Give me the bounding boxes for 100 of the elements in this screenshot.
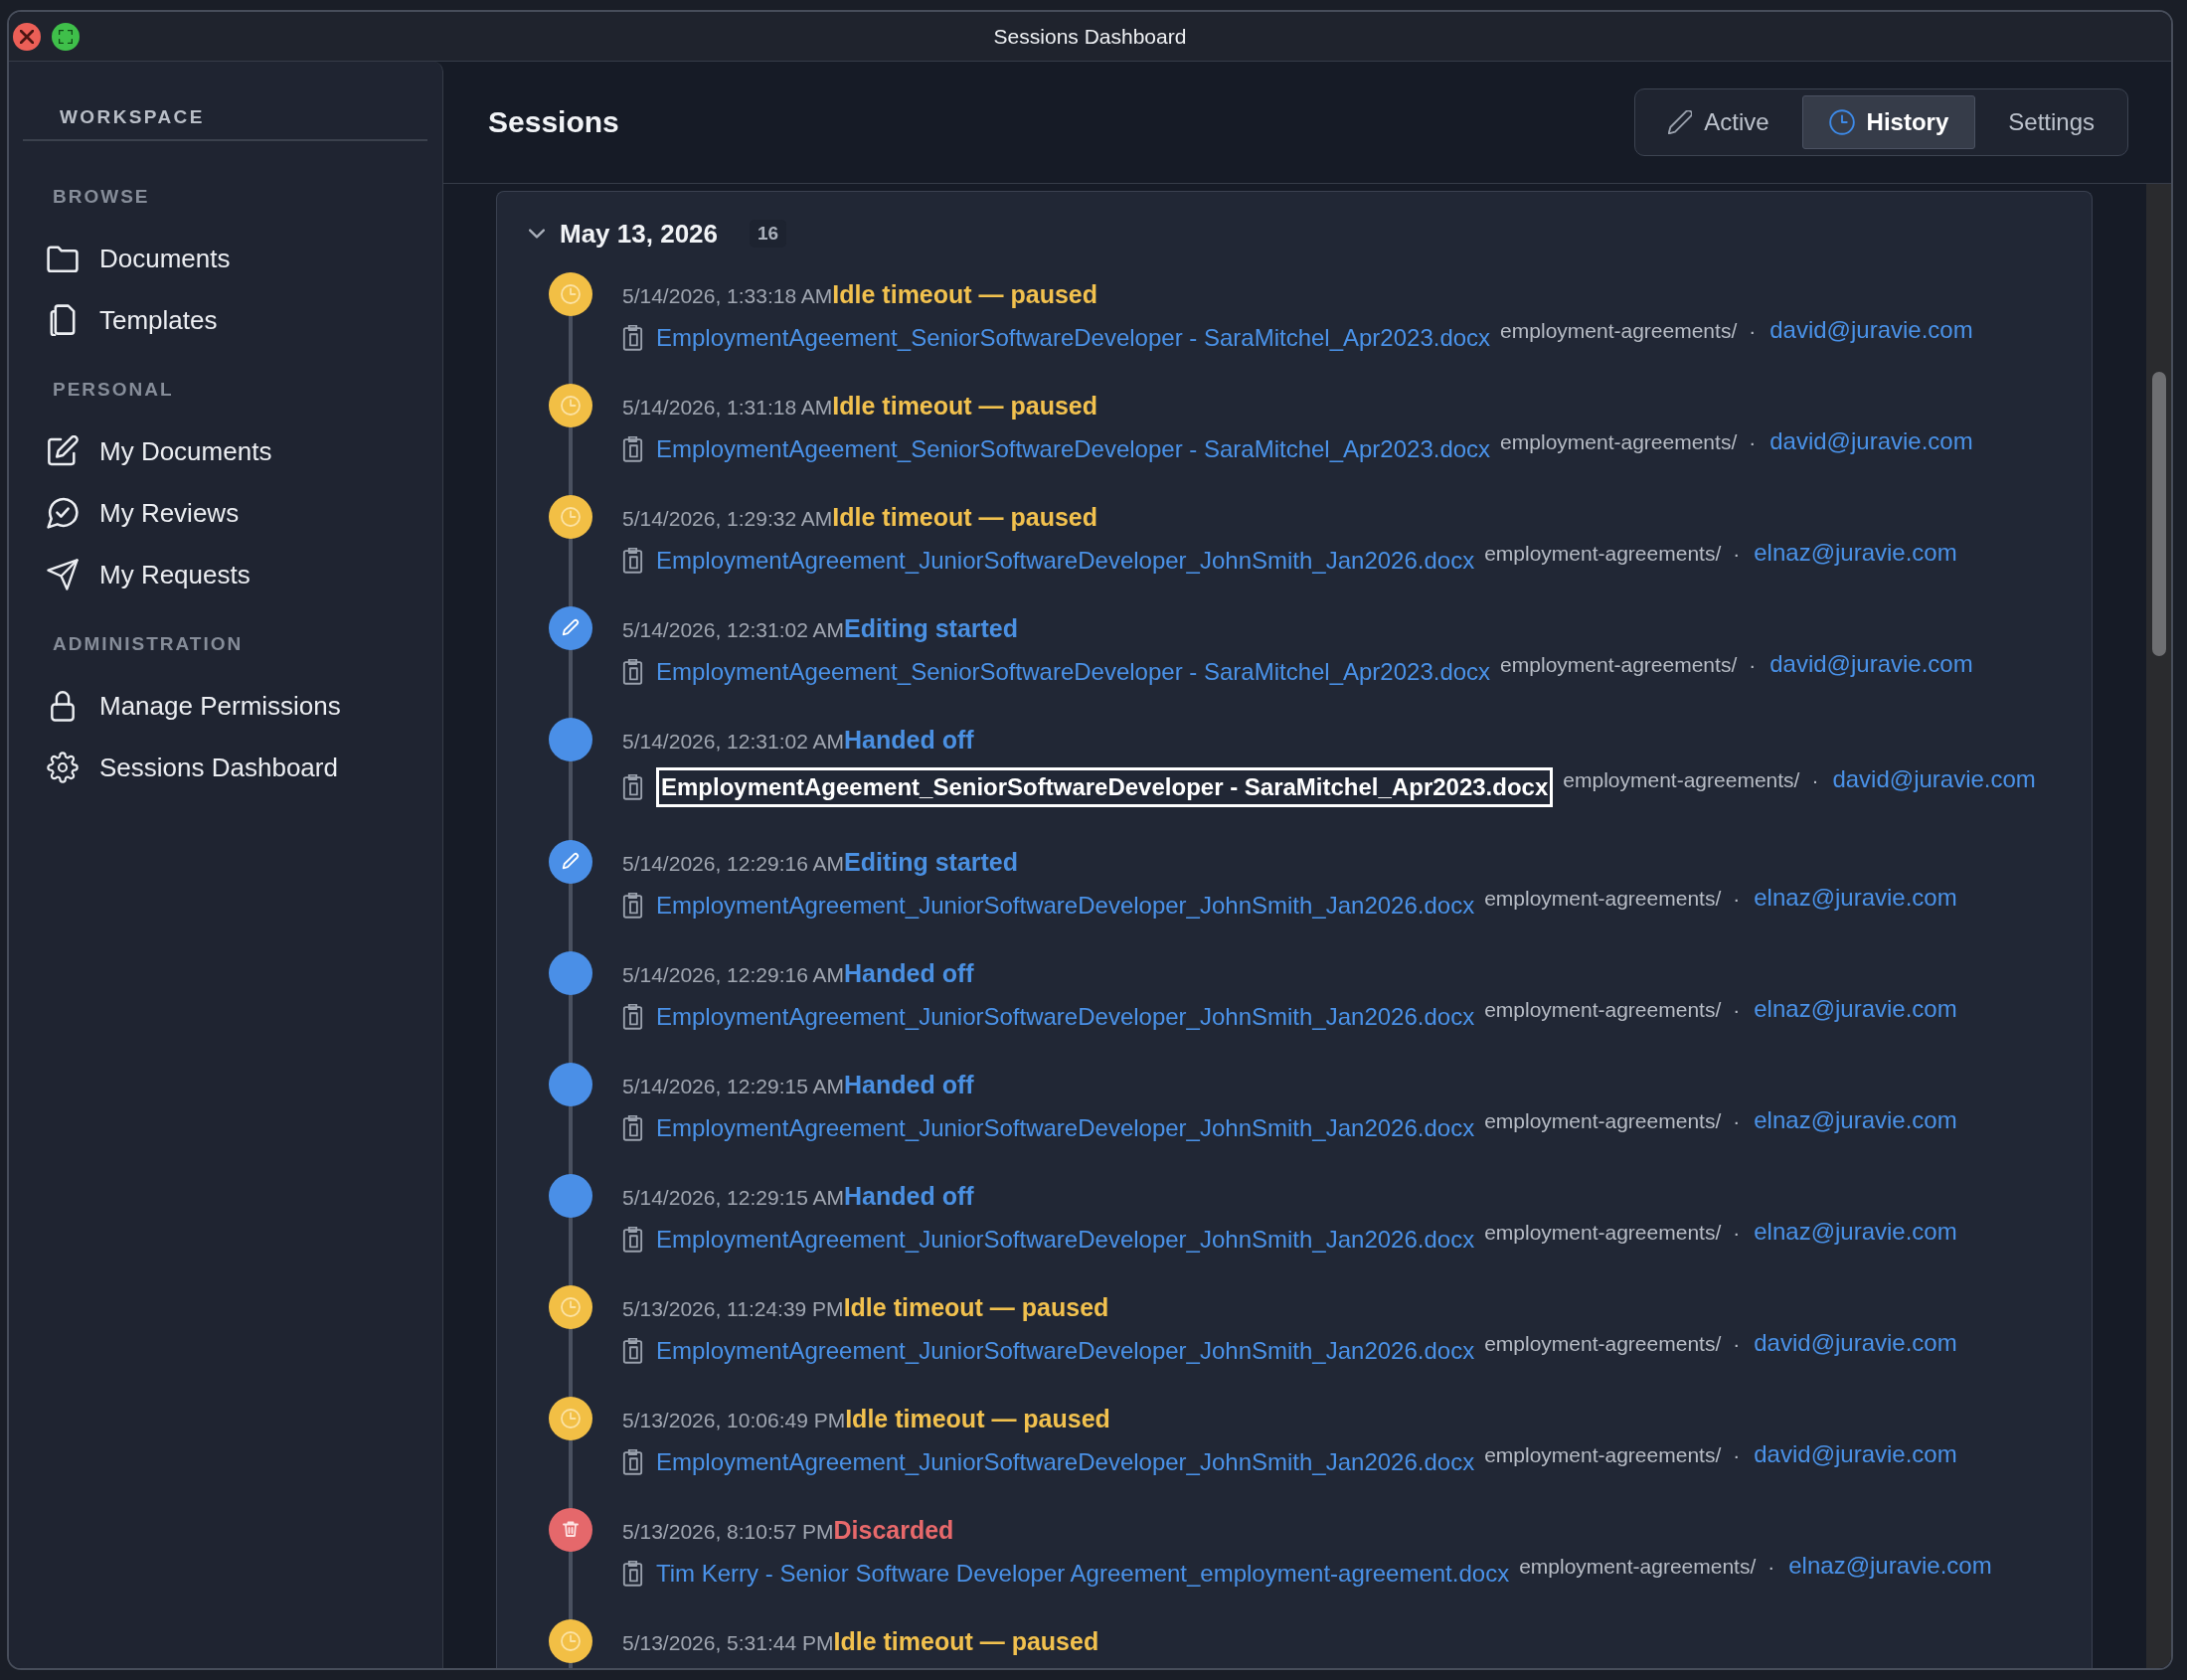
clipboard-icon bbox=[622, 548, 643, 574]
dot-icon bbox=[549, 951, 592, 995]
file-link[interactable]: EmploymentAgeement_SeniorSoftwareDeveloper - SaraMitchel_Apr2023.docx bbox=[656, 658, 1491, 686]
separator: · bbox=[1733, 998, 1741, 1022]
folder-path: employment-agreements/ bbox=[1484, 887, 1722, 911]
file-link[interactable]: EmploymentAgreement_JuniorSoftwareDeveloper_JohnSmith_Jan2026.docx bbox=[656, 1003, 1475, 1031]
folder-path: employment-agreements/ bbox=[1519, 1555, 1757, 1579]
folder-path: employment-agreements/ bbox=[1484, 998, 1722, 1022]
separator: · bbox=[1733, 1443, 1741, 1467]
event-time: 5/13/2026, 10:06:49 PM bbox=[622, 1409, 846, 1431]
folder-path: employment-agreements/ bbox=[1484, 542, 1722, 566]
email-link[interactable]: elnaz@juravie.com bbox=[1754, 884, 1957, 912]
event-time: 5/14/2026, 1:33:18 AM bbox=[622, 284, 833, 307]
clipboard-icon bbox=[622, 325, 643, 351]
sidebar-item[interactable]: Sessions Dashboard bbox=[23, 737, 338, 798]
event-title: Idle timeout — paused bbox=[832, 392, 1098, 420]
tab[interactable]: Active bbox=[1641, 95, 1796, 149]
dot-icon bbox=[549, 1174, 592, 1218]
section-label: PERSONAL bbox=[53, 378, 175, 402]
paper-plane-icon bbox=[47, 559, 79, 590]
folder-path: employment-agreements/ bbox=[1563, 768, 1800, 792]
clipboard-icon bbox=[622, 1338, 643, 1364]
pencil-square-icon bbox=[47, 435, 79, 467]
clipboard-icon bbox=[622, 1561, 643, 1587]
email-link[interactable]: elnaz@juravie.com bbox=[1788, 1552, 1992, 1580]
sidebar-item[interactable]: My Requests bbox=[23, 544, 251, 605]
clock-icon bbox=[549, 384, 592, 427]
folder-path: employment-agreements/ bbox=[1500, 319, 1738, 343]
sidebar-item[interactable]: Manage Permissions bbox=[23, 675, 341, 737]
event-time: 5/14/2026, 12:29:15 AM bbox=[622, 1075, 844, 1097]
folder-path: employment-agreements/ bbox=[1484, 1221, 1722, 1245]
event-title: Handed off bbox=[844, 726, 974, 754]
section-label: BROWSE bbox=[53, 185, 151, 209]
pencil-icon bbox=[1668, 110, 1693, 134]
file-link[interactable]: EmploymentAgreement_JuniorSoftwareDeveloper_JohnSmith_Jan2026.docx bbox=[656, 1226, 1475, 1254]
scrollbar-thumb[interactable] bbox=[2151, 372, 2166, 656]
separator: · bbox=[1749, 430, 1757, 454]
folder-path: employment-agreements/ bbox=[1484, 1443, 1722, 1467]
page-title: Sessions bbox=[488, 105, 619, 139]
separator: · bbox=[1733, 542, 1741, 566]
chevron-down-icon[interactable] bbox=[529, 229, 545, 239]
email-link[interactable]: david@juravie.com bbox=[1832, 765, 2036, 793]
sidebar-item[interactable]: My Reviews bbox=[23, 482, 240, 544]
sidebar-item[interactable]: Documents bbox=[23, 228, 231, 289]
separator: · bbox=[1767, 1555, 1775, 1579]
file-link[interactable]: EmploymentAgeement_SeniorSoftwareDeveloper - SaraMitchel_Apr2023.docx bbox=[656, 324, 1491, 352]
separator: · bbox=[1733, 1221, 1741, 1245]
email-link[interactable]: david@juravie.com bbox=[1754, 1329, 1957, 1357]
email-link[interactable]: elnaz@juravie.com bbox=[1754, 1218, 1957, 1246]
tab[interactable]: Settings bbox=[1981, 95, 2121, 149]
event-title: Idle timeout — paused bbox=[833, 1627, 1099, 1655]
folder-path: employment-agreements/ bbox=[1484, 1332, 1722, 1356]
close-button[interactable] bbox=[13, 22, 41, 51]
corner-brackets-icon bbox=[59, 29, 73, 44]
clock-icon bbox=[549, 1397, 592, 1440]
email-link[interactable]: david@juravie.com bbox=[1769, 427, 1973, 455]
separator: · bbox=[1749, 653, 1757, 677]
separator: · bbox=[1733, 1332, 1741, 1356]
event-time: 5/14/2026, 12:29:15 AM bbox=[622, 1186, 844, 1209]
event-title: Handed off bbox=[844, 959, 974, 987]
file-link[interactable]: EmploymentAgreement_JuniorSoftwareDeveloper_JohnSmith_Jan2026.docx bbox=[656, 1337, 1475, 1365]
clipboard-icon bbox=[622, 1227, 643, 1253]
clipboard-icon bbox=[622, 659, 643, 685]
event-time: 5/14/2026, 1:31:18 AM bbox=[622, 396, 833, 419]
file-link[interactable]: Tim Kerry - Senior Software Developer Agreement_employment-agreement.docx bbox=[656, 1560, 1510, 1588]
event-time: 5/14/2026, 12:29:16 AM bbox=[622, 963, 844, 986]
sidebar-heading: WORKSPACE bbox=[23, 105, 427, 141]
sidebar-item[interactable]: Templates bbox=[23, 289, 218, 351]
clipboard-icon bbox=[622, 893, 643, 919]
scrollbar-track[interactable] bbox=[2146, 184, 2171, 1668]
file-link[interactable]: EmploymentAgeement_SeniorSoftwareDeveloper - SaraMitchel_Apr2023.docx bbox=[656, 435, 1491, 463]
folder-path: employment-agreements/ bbox=[1500, 653, 1738, 677]
email-link[interactable]: david@juravie.com bbox=[1754, 1440, 1957, 1468]
tab[interactable]: History bbox=[1801, 95, 1976, 149]
clock-icon bbox=[549, 1285, 592, 1329]
file-link[interactable]: EmploymentAgreement_JuniorSoftwareDeveloper_JohnSmith_Jan2026.docx bbox=[656, 547, 1475, 575]
email-link[interactable]: david@juravie.com bbox=[1769, 650, 1973, 678]
separator: · bbox=[1749, 319, 1757, 343]
email-link[interactable]: david@juravie.com bbox=[1769, 316, 1973, 344]
dot-icon bbox=[549, 718, 592, 761]
dot-icon bbox=[549, 1063, 592, 1106]
file-link[interactable]: EmploymentAgreement_JuniorSoftwareDeveloper_JohnSmith_Jan2026.docx bbox=[656, 892, 1475, 920]
event-title: Idle timeout — paused bbox=[843, 1293, 1109, 1321]
event-time: 5/14/2026, 1:29:32 AM bbox=[622, 507, 833, 530]
window-title: Sessions Dashboard bbox=[993, 24, 1187, 49]
event-title: Handed off bbox=[844, 1182, 974, 1210]
clipboard-icon bbox=[622, 1115, 643, 1141]
sidebar-item[interactable]: My Documents bbox=[23, 420, 272, 482]
chat-check-icon bbox=[47, 497, 79, 529]
file-link[interactable]: EmploymentAgeement_SeniorSoftwareDeveloper - SaraMitchel_Apr2023.docx bbox=[656, 767, 1554, 807]
fullscreen-button[interactable] bbox=[52, 22, 80, 51]
event-title: Editing started bbox=[844, 848, 1019, 876]
folder-path: employment-agreements/ bbox=[1500, 430, 1738, 454]
clock-icon bbox=[1828, 109, 1855, 135]
file-link[interactable]: EmploymentAgreement_JuniorSoftwareDeveloper_JohnSmith_Jan2026.docx bbox=[656, 1448, 1475, 1476]
email-link[interactable]: elnaz@juravie.com bbox=[1754, 539, 1957, 567]
email-link[interactable]: elnaz@juravie.com bbox=[1754, 1106, 1957, 1134]
email-link[interactable]: elnaz@juravie.com bbox=[1754, 995, 1957, 1023]
file-link[interactable]: EmploymentAgreement_JuniorSoftwareDeveloper_JohnSmith_Jan2026.docx bbox=[656, 1114, 1475, 1142]
event-title: Editing started bbox=[844, 614, 1019, 642]
